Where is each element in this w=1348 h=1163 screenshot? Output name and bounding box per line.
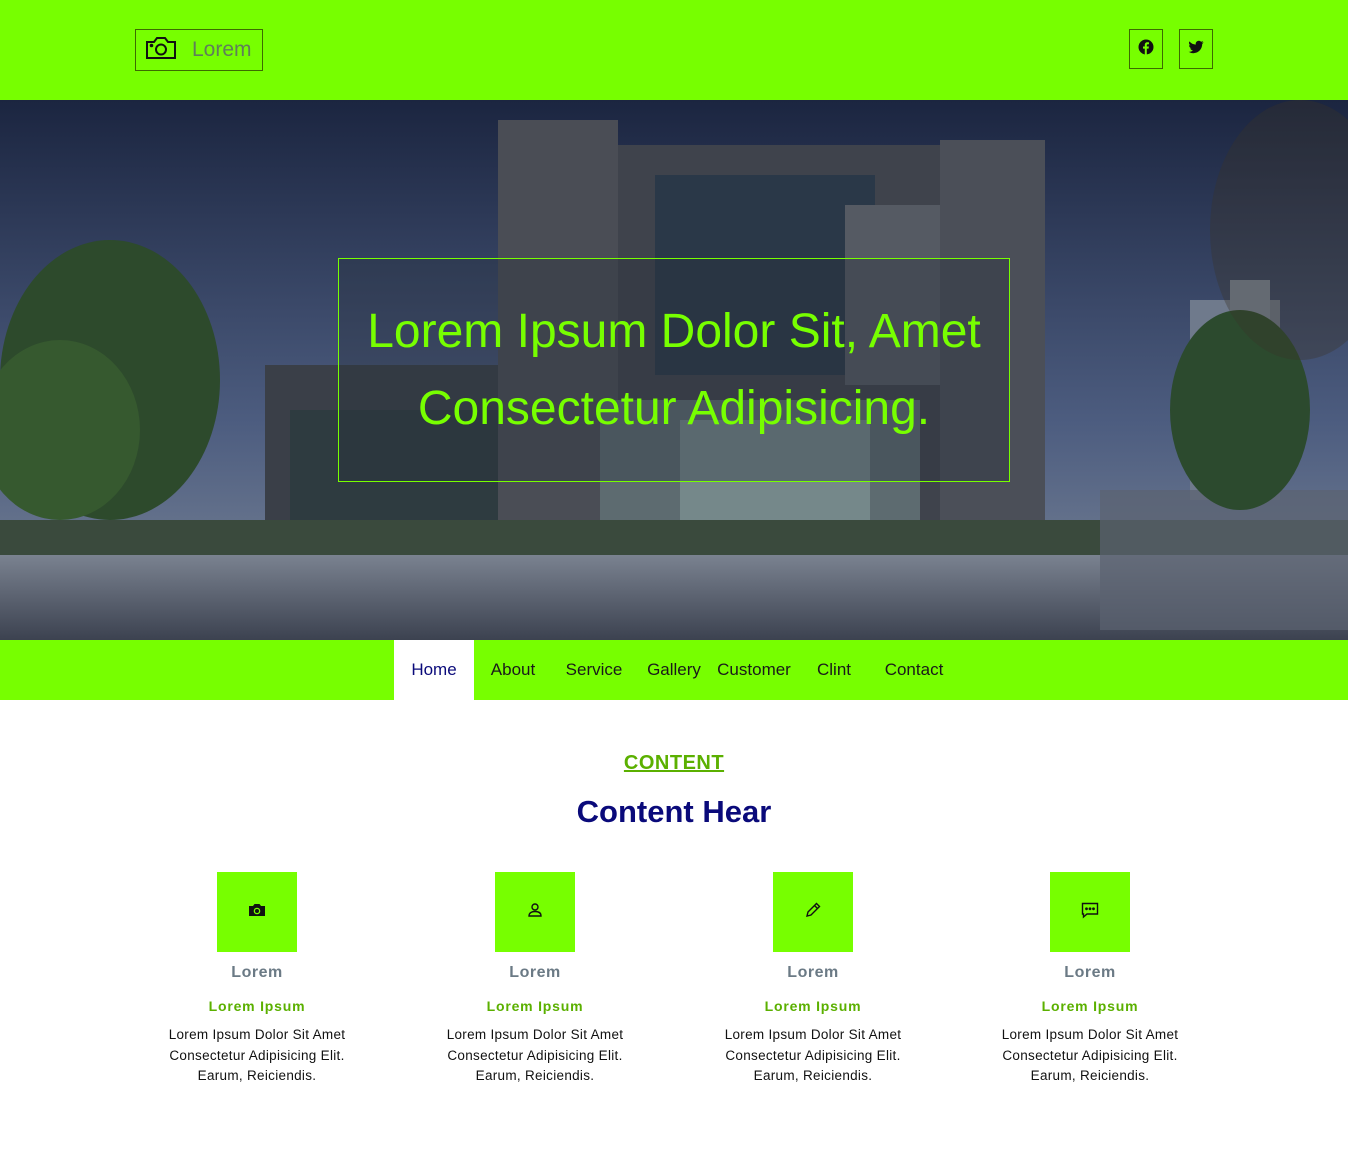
- nav-item-gallery[interactable]: Gallery: [640, 640, 708, 700]
- card-subtitle: Lorem Ipsum: [1041, 998, 1139, 1014]
- section-kicker: CONTENT: [623, 752, 725, 774]
- card-icon-box: [495, 872, 575, 952]
- logo-text: Lorem: [192, 38, 252, 61]
- card-subtitle: Lorem Ipsum: [764, 998, 862, 1014]
- card-title: Lorem: [509, 964, 561, 981]
- card-title: Lorem: [1064, 964, 1116, 981]
- feature-card: Lorem Lorem Ipsum Lorem Ipsum Dolor Sit …: [147, 872, 367, 1087]
- feature-card: Lorem Lorem Ipsum Lorem Ipsum Dolor Sit …: [425, 872, 645, 1087]
- nav-item-service[interactable]: Service: [557, 640, 631, 700]
- nav-item-contact[interactable]: Contact: [876, 640, 952, 700]
- card-icon-box: [773, 872, 853, 952]
- nav-item-about[interactable]: About: [478, 640, 548, 700]
- nav-item-clint[interactable]: Clint: [808, 640, 860, 700]
- nav-item-customer[interactable]: Customer: [712, 640, 796, 700]
- camera-icon: [247, 900, 267, 925]
- card-subtitle: Lorem Ipsum: [486, 998, 584, 1014]
- pencil-icon: [803, 900, 823, 925]
- hero-caption-box: Lorem Ipsum Dolor Sit, Amet Consectetur …: [338, 258, 1010, 482]
- section-heading: Content Hear: [576, 794, 772, 829]
- facebook-button[interactable]: [1129, 29, 1163, 69]
- user-icon: [525, 900, 545, 925]
- card-icon-box: [217, 872, 297, 952]
- nav-item-home[interactable]: Home: [394, 640, 474, 700]
- twitter-icon: [1188, 39, 1204, 60]
- chat-icon: [1080, 900, 1100, 925]
- card-subtitle: Lorem Ipsum: [208, 998, 306, 1014]
- hero-title: Lorem Ipsum Dolor Sit, Amet Consectetur …: [367, 305, 981, 435]
- facebook-icon: [1138, 39, 1154, 60]
- twitter-button[interactable]: [1179, 29, 1213, 69]
- card-text: Lorem Ipsum Dolor Sit Amet Consectetur A…: [1001, 1027, 1179, 1083]
- feature-card: Lorem Lorem Ipsum Lorem Ipsum Dolor Sit …: [980, 872, 1200, 1087]
- card-icon-box: [1050, 872, 1130, 952]
- camera-icon: [144, 35, 178, 66]
- main-nav: Home About Service Gallery Customer Clin…: [0, 640, 1348, 700]
- card-title: Lorem: [787, 964, 839, 981]
- card-text: Lorem Ipsum Dolor Sit Amet Consectetur A…: [724, 1027, 902, 1083]
- card-text: Lorem Ipsum Dolor Sit Amet Consectetur A…: [168, 1027, 346, 1083]
- feature-card: Lorem Lorem Ipsum Lorem Ipsum Dolor Sit …: [703, 872, 923, 1087]
- card-text: Lorem Ipsum Dolor Sit Amet Consectetur A…: [446, 1027, 624, 1083]
- top-header: Lorem: [0, 0, 1348, 100]
- card-title: Lorem: [231, 964, 283, 981]
- logo[interactable]: Lorem: [135, 29, 263, 71]
- hero-banner: Lorem Ipsum Dolor Sit, Amet Consectetur …: [0, 100, 1348, 640]
